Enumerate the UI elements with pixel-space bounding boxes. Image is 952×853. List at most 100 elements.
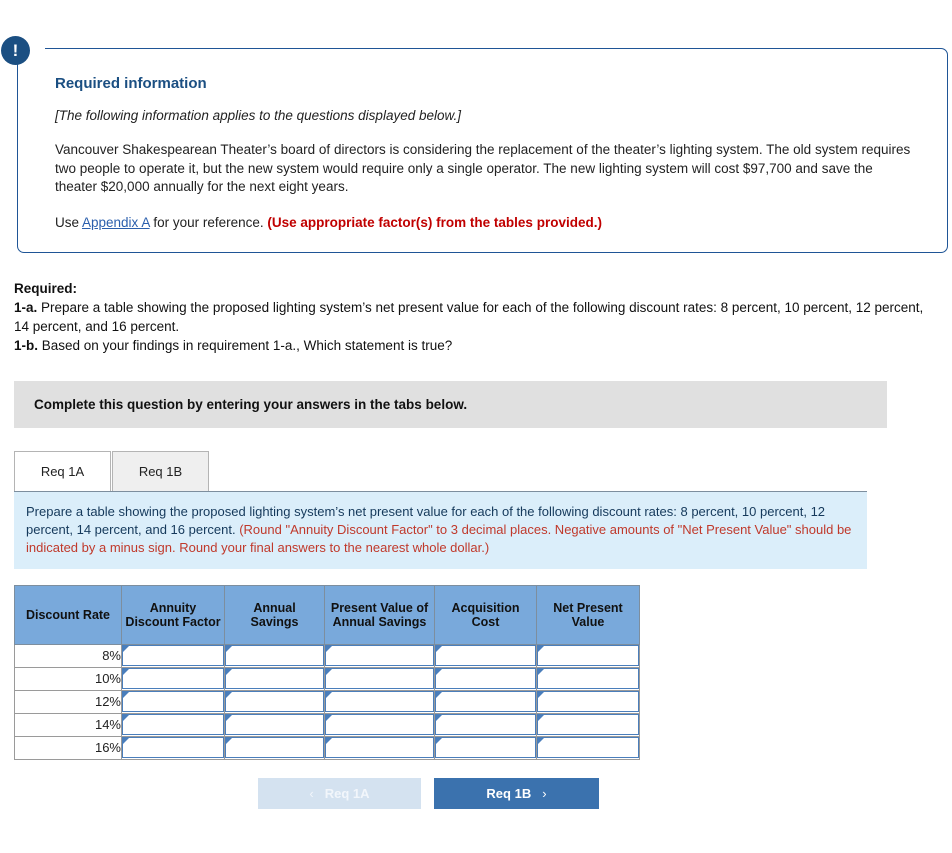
input-acquisition-cost[interactable] bbox=[434, 735, 537, 760]
input-net-present-value[interactable] bbox=[536, 712, 640, 737]
cell-input-box[interactable] bbox=[122, 645, 224, 666]
input-annuity-discount-factor[interactable] bbox=[121, 735, 225, 760]
col-header-annual-savings: Annual Savings bbox=[224, 584, 325, 645]
col-header-acquisition-cost: Acquisition Cost bbox=[434, 584, 537, 645]
exclamation-icon: ! bbox=[1, 36, 30, 65]
table-row: 16% bbox=[14, 735, 640, 760]
tab-instruction-panel: Prepare a table showing the proposed lig… bbox=[14, 490, 867, 569]
input-annuity-discount-factor[interactable] bbox=[121, 666, 225, 691]
callout-italic-note: [The following information applies to th… bbox=[55, 108, 461, 123]
prev-button-label: Req 1A bbox=[324, 785, 370, 801]
cell-discount-rate: 12% bbox=[14, 689, 122, 714]
col-header-pv-annual-savings: Present Value of Annual Savings bbox=[324, 584, 435, 645]
cell-discount-rate: 14% bbox=[14, 712, 122, 737]
cell-input-box[interactable] bbox=[325, 691, 434, 712]
cell-input-box[interactable] bbox=[225, 668, 324, 689]
cell-input-box[interactable] bbox=[325, 737, 434, 758]
cell-input-box[interactable] bbox=[325, 714, 434, 735]
input-acquisition-cost[interactable] bbox=[434, 666, 537, 691]
input-pv-annual-savings[interactable] bbox=[324, 735, 435, 760]
col-header-discount-rate: Discount Rate bbox=[14, 584, 122, 645]
tab-req-1a[interactable]: Req 1A bbox=[14, 450, 111, 491]
cell-discount-rate: 8% bbox=[14, 643, 122, 668]
input-annuity-discount-factor[interactable] bbox=[121, 643, 225, 668]
callout-scenario-text: Vancouver Shakespearean Theater’s board … bbox=[55, 142, 911, 194]
input-acquisition-cost[interactable] bbox=[434, 643, 537, 668]
required-heading: Required: bbox=[14, 279, 934, 298]
input-annual-savings[interactable] bbox=[224, 643, 325, 668]
input-annual-savings[interactable] bbox=[224, 712, 325, 737]
requirement-1a: 1-a. Prepare a table showing the propose… bbox=[14, 298, 934, 336]
input-annuity-discount-factor[interactable] bbox=[121, 689, 225, 714]
callout-body-box: Required information [The following info… bbox=[17, 48, 948, 253]
cell-input-box[interactable] bbox=[225, 645, 324, 666]
tab-req-1b[interactable]: Req 1B bbox=[112, 450, 209, 491]
prev-req-1a-button[interactable]: ‹ Req 1A bbox=[258, 777, 421, 809]
cell-input-box[interactable] bbox=[537, 668, 639, 689]
cell-input-box[interactable] bbox=[225, 691, 324, 712]
use-prefix: Use bbox=[55, 214, 83, 230]
table-row: 12% bbox=[14, 689, 640, 714]
input-net-present-value[interactable] bbox=[536, 735, 640, 760]
input-annual-savings[interactable] bbox=[224, 689, 325, 714]
cell-input-box[interactable] bbox=[325, 645, 434, 666]
required-information-callout: ! Required information [The following in… bbox=[1, 36, 948, 253]
cell-discount-rate: 16% bbox=[14, 735, 122, 760]
cell-input-box[interactable] bbox=[537, 645, 639, 666]
cell-discount-rate: 10% bbox=[14, 666, 122, 691]
requirement-1a-text: Prepare a table showing the proposed lig… bbox=[14, 299, 924, 334]
cell-input-box[interactable] bbox=[435, 737, 536, 758]
npv-answer-table: Discount Rate Annuity Discount Factor An… bbox=[14, 584, 640, 760]
cell-input-box[interactable] bbox=[122, 691, 224, 712]
use-factors-note: (Use appropriate factor(s) from the tabl… bbox=[267, 214, 602, 230]
cell-input-box[interactable] bbox=[435, 714, 536, 735]
use-suffix: for your reference. bbox=[149, 214, 268, 230]
input-annuity-discount-factor[interactable] bbox=[121, 712, 225, 737]
cell-input-box[interactable] bbox=[435, 691, 536, 712]
requirement-1b: 1-b. Based on your findings in requireme… bbox=[14, 336, 934, 355]
instruction-bar: Complete this question by entering your … bbox=[14, 380, 887, 428]
required-heading-label: Required: bbox=[14, 280, 78, 296]
chevron-left-icon: ‹ bbox=[309, 785, 314, 801]
input-net-present-value[interactable] bbox=[536, 689, 640, 714]
answer-table-wrapper: Discount Rate Annuity Discount Factor An… bbox=[14, 584, 952, 760]
cell-input-box[interactable] bbox=[122, 714, 224, 735]
input-net-present-value[interactable] bbox=[536, 643, 640, 668]
input-acquisition-cost[interactable] bbox=[434, 689, 537, 714]
input-pv-annual-savings[interactable] bbox=[324, 643, 435, 668]
input-acquisition-cost[interactable] bbox=[434, 712, 537, 737]
callout-title: Required information bbox=[55, 75, 207, 92]
cell-input-box[interactable] bbox=[225, 737, 324, 758]
chevron-right-icon: › bbox=[542, 785, 547, 801]
col-header-net-present-value: Net Present Value bbox=[536, 584, 640, 645]
requirement-1a-label: 1-a. bbox=[14, 299, 38, 315]
cell-input-box[interactable] bbox=[122, 668, 224, 689]
col-header-annuity-discount-factor: Annuity Discount Factor bbox=[121, 584, 225, 645]
table-row: 14% bbox=[14, 712, 640, 737]
cell-input-box[interactable] bbox=[435, 645, 536, 666]
table-header-row: Discount Rate Annuity Discount Factor An… bbox=[14, 584, 640, 645]
requirement-1b-text: Based on your findings in requirement 1-… bbox=[38, 337, 453, 353]
cell-input-box[interactable] bbox=[537, 691, 639, 712]
cell-input-box[interactable] bbox=[537, 737, 639, 758]
input-pv-annual-savings[interactable] bbox=[324, 666, 435, 691]
input-annual-savings[interactable] bbox=[224, 666, 325, 691]
table-row: 8% bbox=[14, 643, 640, 668]
input-annual-savings[interactable] bbox=[224, 735, 325, 760]
next-req-1b-button[interactable]: Req 1B › bbox=[434, 777, 599, 809]
input-pv-annual-savings[interactable] bbox=[324, 712, 435, 737]
requirement-tabs: Req 1A Req 1B bbox=[14, 450, 952, 491]
table-row: 10% bbox=[14, 666, 640, 691]
input-net-present-value[interactable] bbox=[536, 666, 640, 691]
appendix-a-link[interactable]: Appendix A bbox=[82, 215, 150, 230]
required-section: Required: 1-a. Prepare a table showing t… bbox=[14, 279, 934, 355]
cell-input-box[interactable] bbox=[325, 668, 434, 689]
requirement-1b-label: 1-b. bbox=[14, 337, 39, 353]
next-button-label: Req 1B bbox=[486, 785, 532, 801]
cell-input-box[interactable] bbox=[122, 737, 224, 758]
navigation-row: ‹ Req 1A Req 1B › bbox=[0, 777, 952, 809]
cell-input-box[interactable] bbox=[225, 714, 324, 735]
cell-input-box[interactable] bbox=[537, 714, 639, 735]
input-pv-annual-savings[interactable] bbox=[324, 689, 435, 714]
cell-input-box[interactable] bbox=[435, 668, 536, 689]
